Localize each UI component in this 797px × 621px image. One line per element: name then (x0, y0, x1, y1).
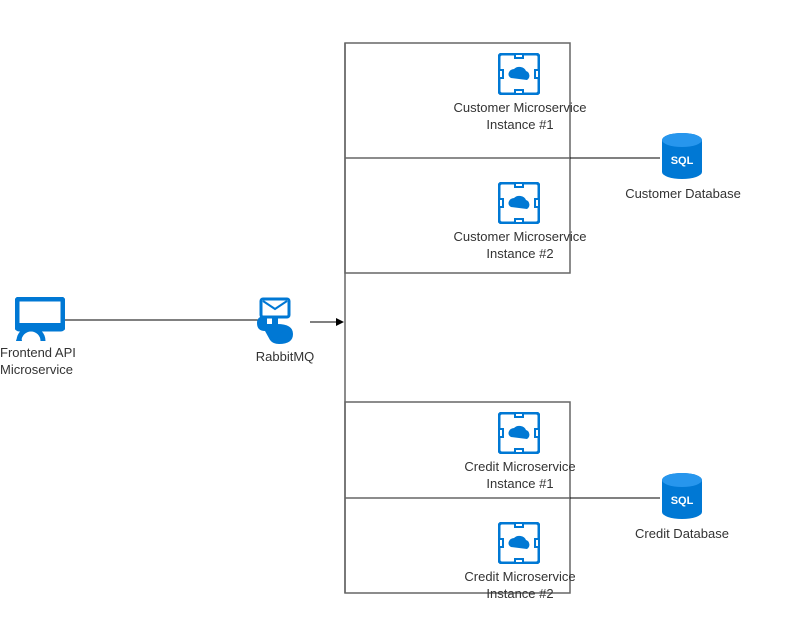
customer-instance2-label: Customer MicroserviceInstance #2 (440, 229, 600, 263)
cloud-service-icon (498, 53, 540, 95)
credit-instance2-label: Credit MicroserviceInstance #2 (440, 569, 600, 603)
rabbitmq-label: RabbitMQ (250, 349, 320, 366)
svg-text:SQL: SQL (671, 155, 694, 167)
frontend-label: Frontend APIMicroservice (0, 345, 110, 379)
customer-instance1-label: Customer MicroserviceInstance #1 (440, 100, 600, 134)
cloud-service-icon (498, 412, 540, 454)
sql-database-icon: SQL (660, 472, 704, 522)
cloud-service-icon (498, 182, 540, 224)
credit-db-label: Credit Database (627, 526, 737, 543)
customer-db-label: Customer Database (618, 186, 748, 203)
rabbitmq-icon (255, 297, 311, 347)
frontend-api-icon (15, 297, 65, 341)
svg-text:SQL: SQL (671, 495, 694, 507)
credit-instance1-label: Credit MicroserviceInstance #1 (440, 459, 600, 493)
sql-database-icon: SQL (660, 132, 704, 182)
cloud-service-icon (498, 522, 540, 564)
